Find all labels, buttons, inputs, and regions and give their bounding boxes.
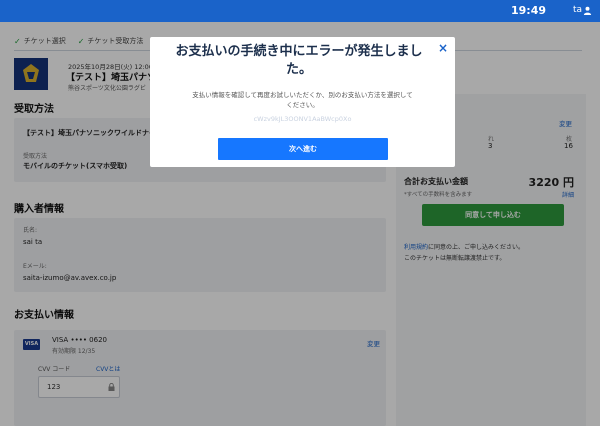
dialog-message: 支払い情報を確認して再度お試しいただくか、別のお支払い方法を選択してください。 bbox=[192, 91, 413, 109]
dialog-title: お支払いの手続き中にエラーが発生しました。 bbox=[175, 44, 423, 77]
error-code: cWzv9kJL3OONV1AaBWcp0Xo bbox=[253, 115, 352, 123]
user-name[interactable]: ta bbox=[573, 5, 582, 15]
error-dialog: お支払いの手続き中にエラーが発生しました。 × 支払い情報を確認して再度お試しい… bbox=[150, 37, 455, 167]
status-bar: 19:49 ta bbox=[0, 0, 600, 22]
clock: 19:49 bbox=[510, 4, 546, 17]
next-button[interactable]: 次へ進む bbox=[218, 138, 388, 160]
close-icon[interactable]: × bbox=[438, 41, 448, 55]
user-icon[interactable] bbox=[583, 6, 592, 15]
